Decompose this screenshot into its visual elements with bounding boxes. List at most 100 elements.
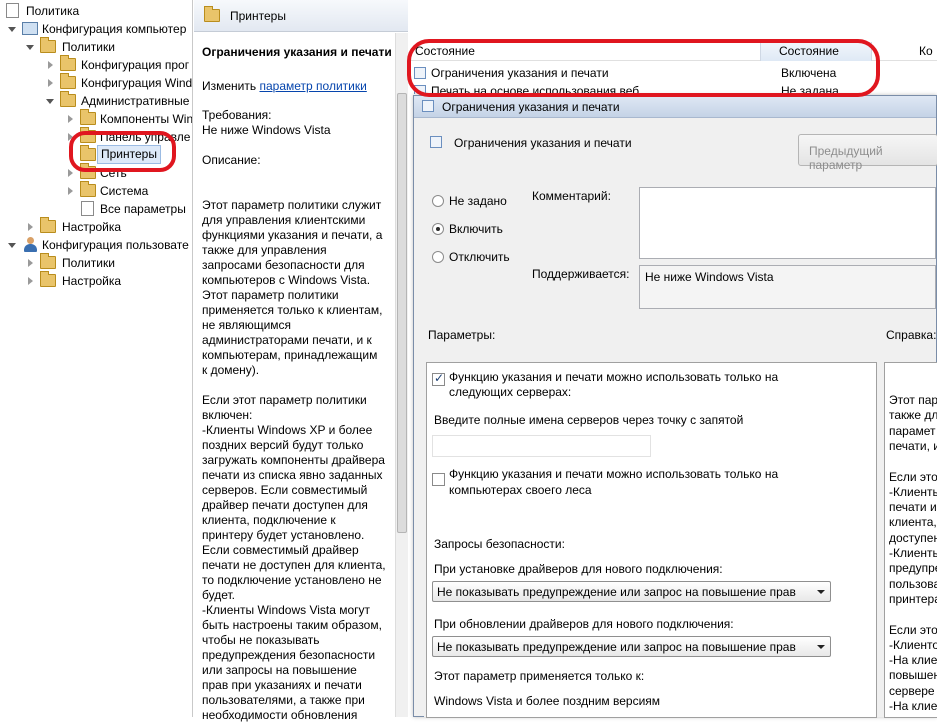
- options-label: Параметры:: [428, 328, 496, 342]
- checkbox-label-line2: компьютерах своего леса: [449, 483, 592, 497]
- applies-to-value: Windows Vista и более поздним версиям: [434, 694, 661, 708]
- description-line: то подключение установлено не: [202, 573, 382, 587]
- radio-disable[interactable]: Отключить: [432, 250, 532, 266]
- tree-item-user-settings[interactable]: Настройка: [26, 271, 192, 290]
- dialog-body: Ограничения указания и печати Предыдущий…: [424, 119, 937, 718]
- expand-arrow-icon[interactable]: [28, 259, 33, 267]
- tree-item-label: Настройка: [62, 274, 122, 288]
- radio-enable[interactable]: Включить: [432, 222, 532, 238]
- description-line: включен:: [202, 408, 253, 422]
- tree-item-label: Политика: [26, 4, 80, 18]
- policy-doc-icon: [6, 3, 19, 18]
- tree-item-user-policies[interactable]: Политики: [26, 253, 192, 272]
- description-line: печати не доступен для клиента,: [202, 558, 386, 572]
- servers-input[interactable]: [432, 435, 651, 457]
- collapse-arrow-icon[interactable]: [8, 27, 16, 32]
- user-icon: [23, 237, 37, 252]
- tree-item-prog-config[interactable]: Конфигурация прог: [46, 55, 192, 74]
- pane-header-title: Принтеры: [230, 9, 286, 23]
- collapse-arrow-icon[interactable]: [26, 45, 34, 50]
- help-line: сервере с: [889, 683, 937, 698]
- tree-item-settings[interactable]: Настройка: [26, 217, 192, 236]
- tree-item-admin-templates[interactable]: Административные: [46, 91, 192, 110]
- edit-policy-line: Изменить параметр политики: [202, 79, 392, 94]
- expand-arrow-icon[interactable]: [48, 61, 53, 69]
- help-line: доступен: [889, 530, 937, 545]
- new-connection-dropdown[interactable]: Не показывать предупреждение или запрос …: [432, 581, 831, 602]
- description-line: Этот параметр политики: [202, 288, 339, 302]
- policy-settings-dialog: Ограничения указания и печати Ограничени…: [413, 95, 937, 718]
- folder-icon: [80, 181, 96, 197]
- description-line: также для управления: [202, 243, 327, 257]
- tree-item-label: Система: [100, 184, 149, 198]
- collapse-arrow-icon[interactable]: [8, 243, 16, 248]
- description-line: пользователями, а также при: [202, 693, 365, 707]
- help-line: -Клиенты: [889, 546, 937, 560]
- tree-item-win-components[interactable]: Компоненты Win: [66, 109, 193, 128]
- radio-circle[interactable]: [432, 251, 444, 263]
- tree-item-label: Настройка: [62, 220, 122, 234]
- description-scrollbar[interactable]: [395, 33, 408, 717]
- update-drivers-label: При обновлении драйверов для нового подк…: [434, 617, 734, 631]
- expand-arrow-icon[interactable]: [68, 187, 73, 195]
- tree-item-system[interactable]: Система: [66, 181, 192, 200]
- description-text: Этот параметр политики служит для управле…: [202, 198, 392, 723]
- checkbox-label-line2: следующих серверах:: [449, 385, 572, 399]
- dialog-heading: Ограничения указания и печати: [454, 136, 632, 150]
- servers-field-label: Введите полные имена серверов через точк…: [434, 413, 744, 427]
- applies-to-label: Этот параметр применяется только к:: [434, 669, 645, 683]
- help-line: -На клие: [889, 699, 937, 713]
- edit-policy-link[interactable]: параметр политики: [259, 79, 366, 93]
- tree-item-computer-config[interactable]: Конфигурация компьютер: [8, 20, 192, 38]
- description-line: администраторами печати, и к: [202, 333, 372, 347]
- collapse-arrow-icon[interactable]: [46, 99, 54, 104]
- help-line: печати из: [889, 500, 937, 515]
- servers-only-checkbox[interactable]: [432, 371, 445, 386]
- tree-item-policies[interactable]: Политики: [26, 37, 192, 56]
- description-line: не являющимся: [202, 318, 292, 332]
- tree-item-label: Конфигурация прог: [81, 58, 190, 72]
- description-line: для управления клиентскими: [202, 213, 366, 227]
- folder-icon: [60, 55, 76, 71]
- new-connection-label: При установке драйверов для нового подкл…: [434, 562, 723, 576]
- help-line: принтера: [889, 591, 937, 606]
- scrollbar-thumb[interactable]: [397, 93, 407, 533]
- update-drivers-dropdown[interactable]: Не показывать предупреждение или запрос …: [432, 636, 831, 657]
- expand-arrow-icon[interactable]: [68, 115, 73, 123]
- tree-item-win-config[interactable]: Конфигурация Wind: [46, 73, 192, 92]
- dialog-titlebar[interactable]: Ограничения указания и печати: [414, 96, 936, 118]
- description-line: клиента, подключение к: [202, 513, 336, 527]
- folder-icon: [40, 37, 56, 53]
- description-line: загружать компоненты драйвера: [202, 453, 385, 467]
- description-line: принтеру будет установлено.: [202, 528, 365, 542]
- folder-icon: [204, 6, 220, 22]
- tree-item-user-config[interactable]: Конфигурация пользовате: [8, 236, 192, 254]
- column-header-comment[interactable]: Ко: [919, 44, 933, 58]
- description-line: [202, 378, 392, 393]
- folder-icon: [40, 253, 56, 269]
- description-line: Этот параметр политики служит: [202, 198, 382, 212]
- tree-item-all-settings[interactable]: Все параметры: [66, 200, 192, 218]
- comment-textarea[interactable]: [639, 187, 936, 259]
- description-line: драйвер печати доступен для: [202, 498, 368, 512]
- expand-arrow-icon[interactable]: [48, 79, 53, 87]
- chevron-down-icon: [817, 590, 825, 594]
- chevron-down-icon: [817, 645, 825, 649]
- pane-header: Принтеры: [194, 0, 408, 32]
- tree-item-root[interactable]: Политика: [6, 2, 192, 20]
- previous-setting-button[interactable]: Предыдущий параметр: [798, 134, 937, 172]
- radio-not-configured[interactable]: Не задано: [432, 194, 532, 210]
- expand-arrow-icon[interactable]: [28, 223, 33, 231]
- radio-circle[interactable]: [432, 223, 444, 235]
- description-line: запросами безопасности для: [202, 258, 365, 272]
- radio-circle[interactable]: [432, 195, 444, 207]
- radio-label: Включить: [449, 222, 503, 236]
- description-line: или запросы на повышение: [202, 663, 357, 677]
- tree-item-label: Компоненты Win: [100, 112, 193, 126]
- forest-only-checkbox[interactable]: [432, 473, 445, 486]
- expand-arrow-icon[interactable]: [28, 277, 33, 285]
- radio-label: Отключить: [449, 250, 510, 264]
- expand-arrow-icon[interactable]: [68, 169, 73, 177]
- description-line: к домену).: [202, 363, 260, 377]
- folder-icon: [60, 91, 76, 107]
